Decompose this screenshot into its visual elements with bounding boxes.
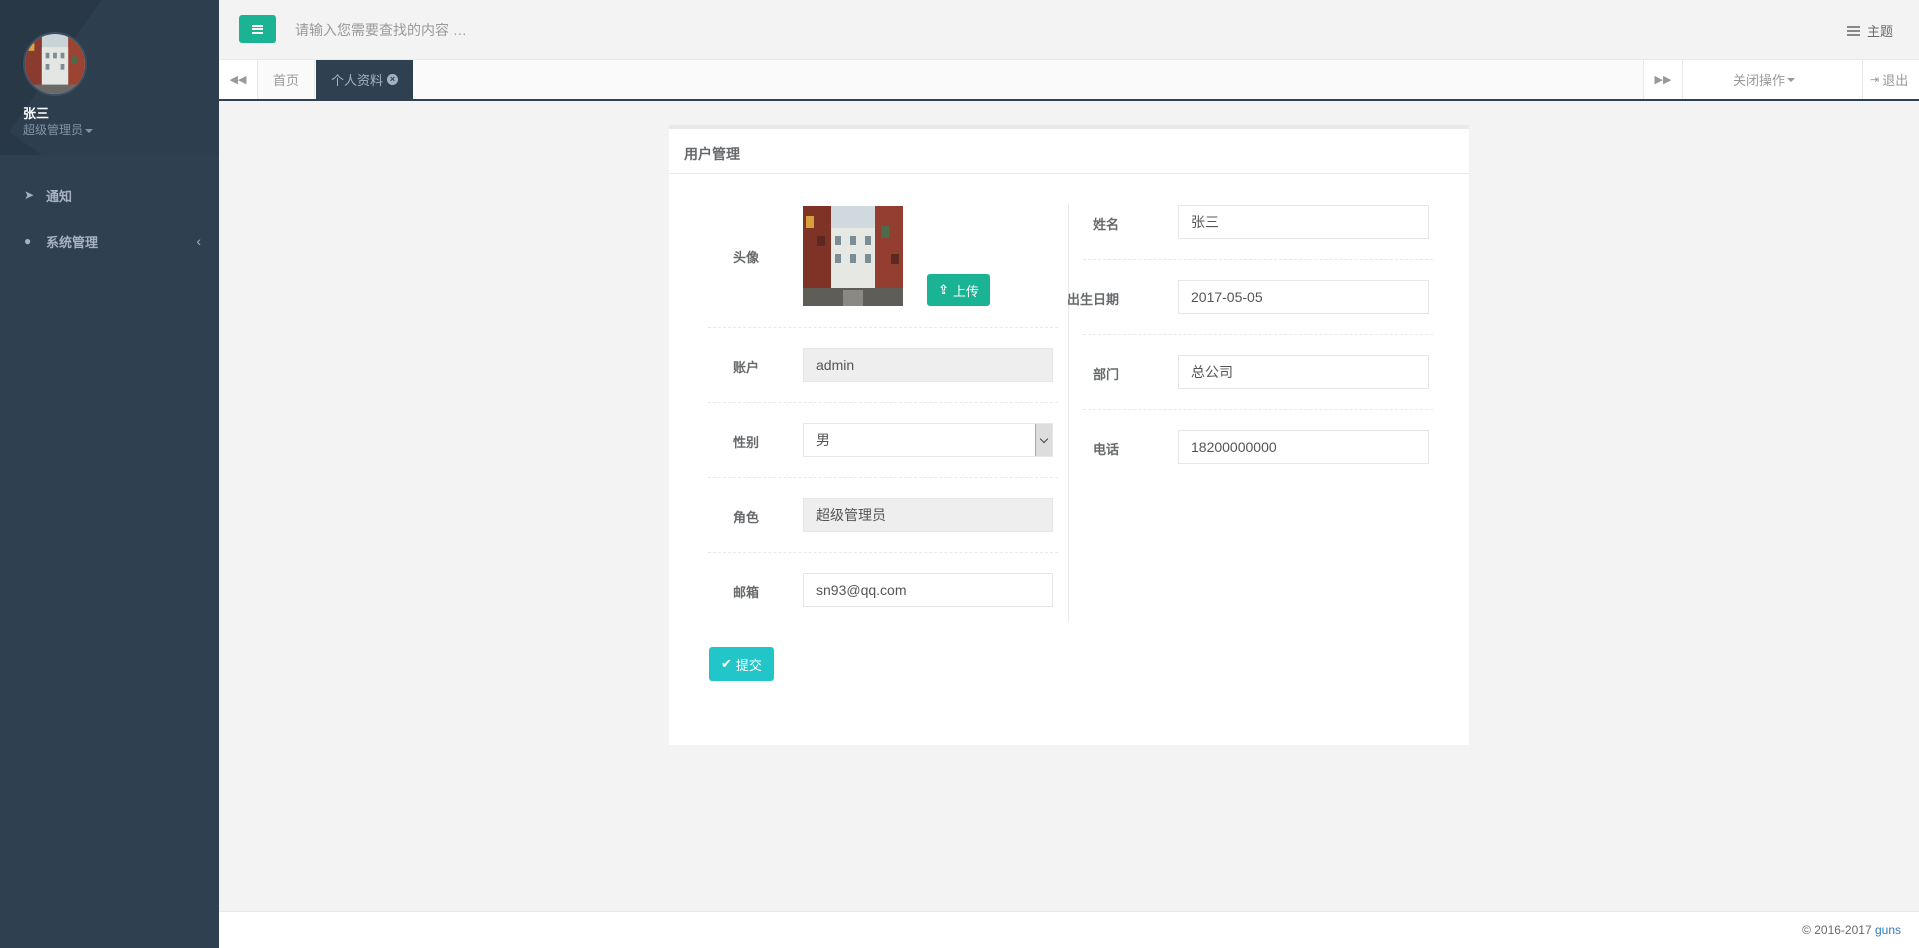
brand-link[interactable]: guns (1875, 923, 1901, 937)
name-field[interactable] (1178, 205, 1429, 239)
rocket-icon: ➤ (24, 188, 35, 202)
sidebar-item-notice[interactable]: ➤ 通知 (0, 175, 219, 215)
phone-label: 电话 (1092, 442, 1119, 457)
logout-button[interactable]: ⇥ 退出 (1862, 60, 1919, 99)
role-field[interactable] (803, 498, 1053, 532)
chevron-left-icon: ‹ (196, 233, 201, 249)
upload-button[interactable]: ⇪ 上传 (927, 274, 990, 306)
tab-home[interactable]: 首页 (258, 60, 316, 99)
email-label: 邮箱 (732, 585, 759, 600)
footer: © 2016-2017 guns (219, 911, 1919, 948)
account-field[interactable] (803, 348, 1053, 382)
theme-label: 主题 (1866, 24, 1893, 39)
sidebar-item-label: 通知 (46, 188, 73, 204)
submit-button[interactable]: ✔ 提交 (709, 647, 774, 681)
user-role: 超级管理员 (23, 123, 84, 137)
tab-scroll-right-button[interactable]: ▶▶ (1643, 60, 1682, 99)
gender-select[interactable]: 男 (803, 423, 1053, 457)
upload-icon: ⇪ (938, 282, 949, 297)
gender-label: 性别 (732, 435, 759, 450)
card-title: 用户管理 (669, 129, 1469, 174)
tab-bar: ◀◀ 首页 个人资料 × ▶▶ 关闭操作 ⇥ 退出 (219, 60, 1919, 101)
tab-profile[interactable]: 个人资料 × (316, 60, 414, 99)
sidebar-item-system[interactable]: ● 系统管理 ‹ (0, 221, 219, 261)
search-input[interactable] (295, 15, 695, 45)
sidebar: 张三 超级管理员 ➤ 通知 ● 系统管理 ‹ (0, 0, 219, 948)
role-label: 角色 (732, 510, 759, 525)
caret-down-icon (1787, 77, 1796, 82)
birthday-label: 出生日期 (1066, 292, 1119, 307)
backward-icon: ◀◀ (229, 74, 247, 86)
menu-toggle-button[interactable] (239, 15, 276, 43)
caret-down-icon (85, 128, 94, 133)
tasks-icon (1846, 25, 1860, 36)
close-ops-dropdown[interactable]: 关闭操作 (1682, 60, 1862, 99)
close-icon[interactable]: × (387, 74, 399, 85)
dept-label: 部门 (1092, 367, 1119, 382)
avatar-label: 头像 (732, 250, 759, 265)
sign-out-icon: ⇥ (1870, 74, 1880, 86)
birthday-field[interactable] (1178, 280, 1429, 314)
tab-scroll-left-button[interactable]: ◀◀ (219, 60, 258, 99)
forward-icon: ▶▶ (1654, 74, 1672, 86)
name-label: 姓名 (1092, 217, 1119, 232)
user-management-card: 用户管理 头像 ⇪ 上传 账户 性别 男 (669, 125, 1469, 745)
account-label: 账户 (732, 360, 759, 375)
check-icon: ✔ (721, 656, 732, 671)
avatar[interactable] (23, 32, 87, 96)
theme-button[interactable]: 主题 (1846, 21, 1893, 40)
sidebar-item-label: 系统管理 (46, 234, 99, 250)
topbar: 主题 (219, 0, 1919, 60)
dept-field[interactable] (1178, 355, 1429, 389)
phone-field[interactable] (1178, 430, 1429, 464)
copyright: © 2016-2017 guns (1802, 923, 1901, 937)
user-name: 张三 (23, 106, 50, 121)
sidebar-profile: 张三 超级管理员 (0, 0, 219, 155)
avatar-image (803, 206, 903, 306)
user-icon: ● (24, 234, 32, 248)
user-role-dropdown[interactable]: 超级管理员 (23, 121, 94, 138)
bars-icon (252, 24, 263, 34)
email-field[interactable] (803, 573, 1053, 607)
